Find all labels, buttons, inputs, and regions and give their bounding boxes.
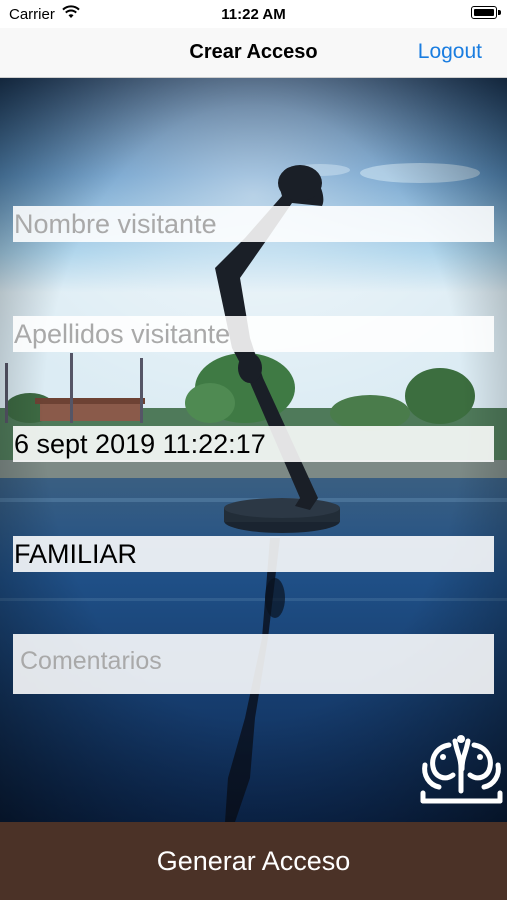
status-bar: Carrier 11:22 AM: [0, 0, 507, 28]
nombre-visitante-input[interactable]: Nombre visitante: [13, 206, 494, 242]
fecha-hora-field[interactable]: 6 sept 2019 11:22:17: [13, 426, 494, 462]
battery-icon: [471, 6, 501, 19]
logout-button[interactable]: Logout: [418, 40, 482, 64]
nav-bar: Crear Acceso Logout: [0, 28, 507, 78]
tipo-acceso-field[interactable]: FAMILIAR: [13, 536, 494, 572]
brand-logo-icon: [420, 735, 503, 804]
comentarios-input[interactable]: Comentarios: [13, 634, 494, 694]
clock: 11:22 AM: [221, 6, 286, 23]
apellidos-visitante-input[interactable]: Apellidos visitante: [13, 316, 494, 352]
generar-acceso-button[interactable]: Generar Acceso: [0, 822, 507, 900]
